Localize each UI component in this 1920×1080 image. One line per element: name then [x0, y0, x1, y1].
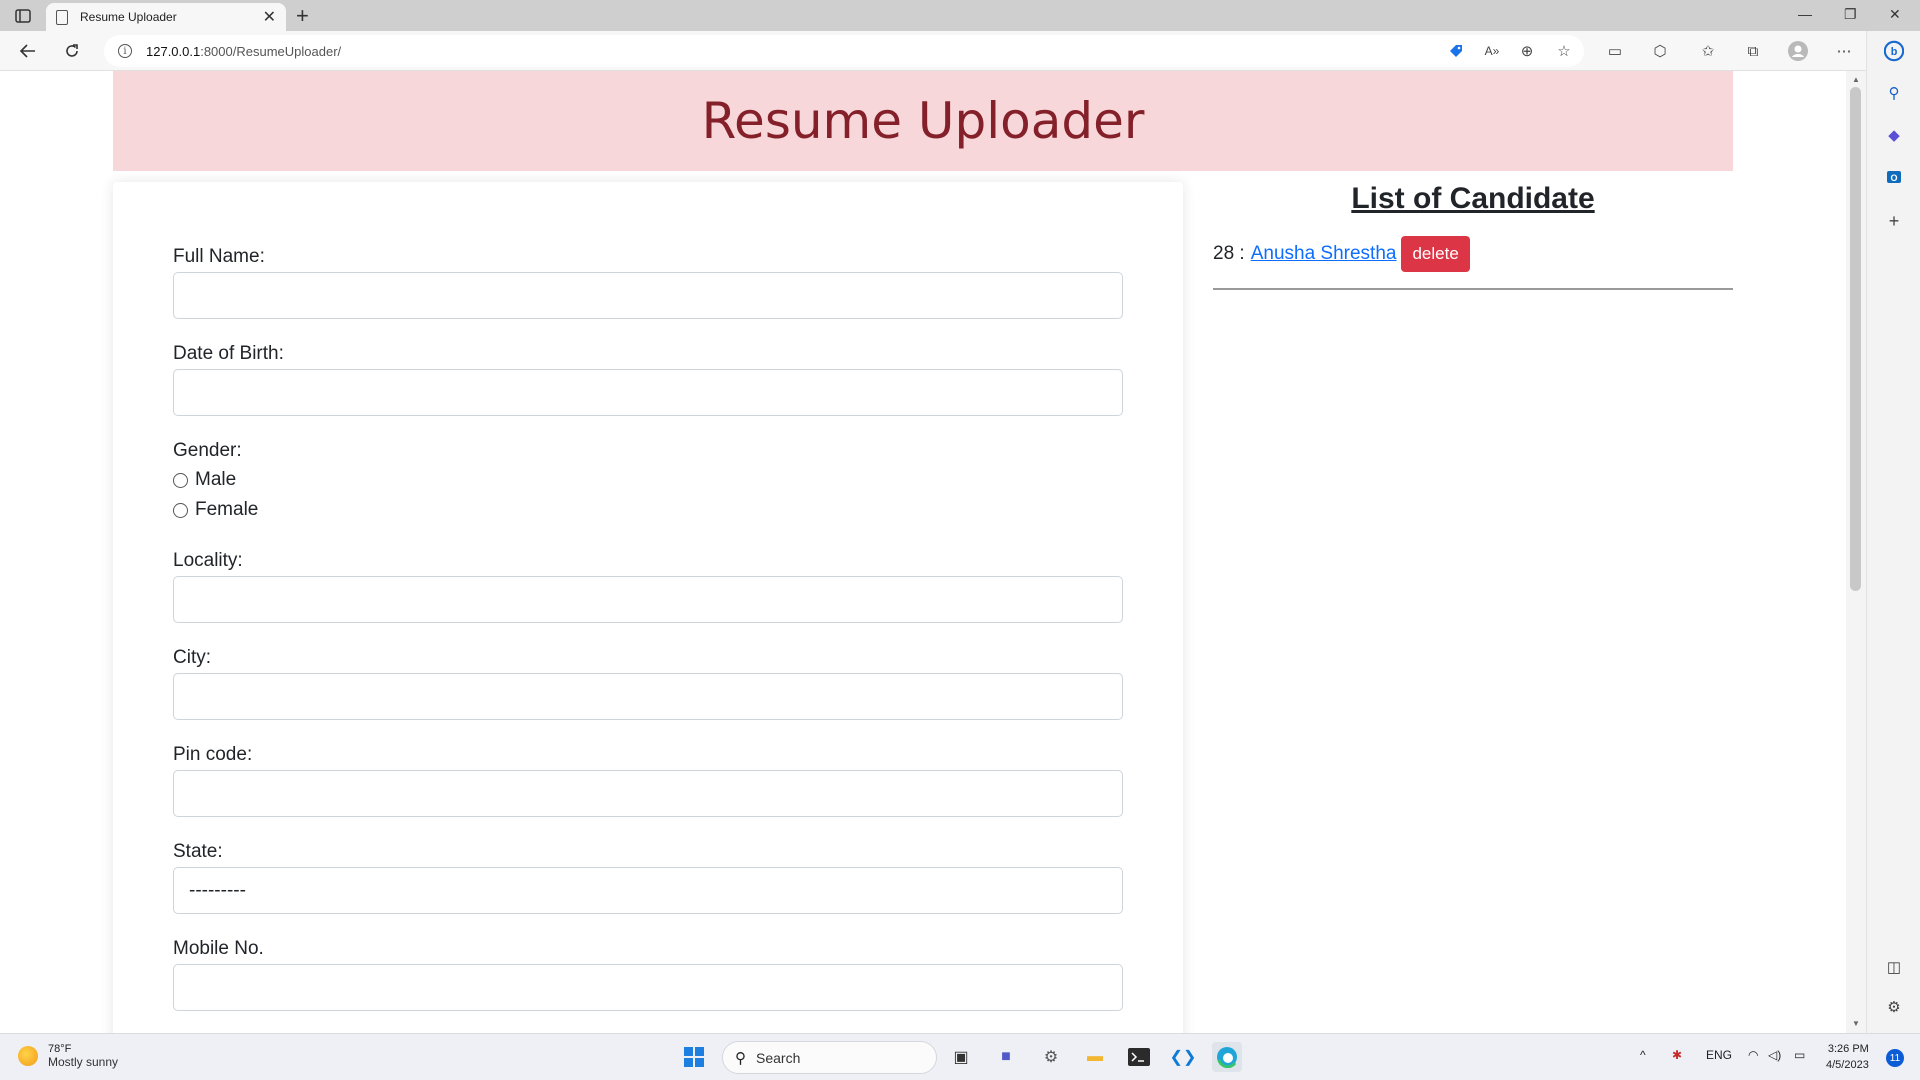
weather-desc: Mostly sunny	[48, 1055, 119, 1069]
search-icon[interactable]: ⚲	[1884, 83, 1904, 103]
gender-female-option[interactable]: Female	[173, 499, 258, 521]
restore-button[interactable]: ❐	[1844, 6, 1857, 23]
state-label: State:	[173, 841, 223, 862]
new-tab-button[interactable]: +	[296, 3, 309, 29]
taskbar: 78°F Mostly sunny ⚲ Search ▣ ■ ⚙ ▬ ❮❯ ^ …	[0, 1033, 1920, 1080]
page-title: Resume Uploader	[701, 92, 1145, 150]
male-radio-label: Male	[195, 469, 237, 490]
show-hidden-icons[interactable]: ^	[1640, 1048, 1646, 1062]
pincode-input[interactable]	[173, 770, 1123, 817]
browser-tab[interactable]: Resume Uploader ✕	[46, 3, 286, 31]
full-name-label: Full Name:	[173, 246, 265, 267]
vscode-icon[interactable]: ❮❯	[1168, 1042, 1198, 1072]
female-radio-label: Female	[195, 499, 259, 520]
scroll-thumb[interactable]	[1850, 87, 1861, 591]
system-clock[interactable]: 3:26 PM 4/5/2023	[1826, 1041, 1869, 1073]
candidate-name-link[interactable]: Anusha Shrestha	[1251, 243, 1397, 265]
shopping-tag-icon[interactable]	[1446, 41, 1466, 61]
collections-icon[interactable]: ⧉	[1743, 41, 1763, 61]
bing-copilot-icon[interactable]: b	[1884, 40, 1904, 62]
male-radio[interactable]	[173, 472, 188, 488]
candidate-item: 28 : Anusha Shrestha delete	[1213, 236, 1733, 272]
weather-temp: 78°F	[48, 1043, 72, 1055]
wifi-icon[interactable]: ◠	[1748, 1048, 1758, 1062]
notification-badge[interactable]: 11	[1886, 1049, 1904, 1067]
divider	[1213, 288, 1733, 290]
locality-input[interactable]	[173, 576, 1123, 623]
refresh-icon[interactable]	[60, 39, 84, 63]
gender-male-option[interactable]: Male	[173, 469, 236, 491]
taskbar-search-label: Search	[756, 1049, 801, 1066]
page-icon	[56, 9, 68, 25]
tab-close-icon[interactable]: ✕	[263, 7, 276, 27]
dob-input[interactable]	[173, 369, 1123, 416]
clock-date: 4/5/2023	[1826, 1059, 1869, 1071]
more-options-icon[interactable]: ⋯	[1834, 41, 1854, 61]
female-radio[interactable]	[173, 502, 188, 518]
search-magnifier-icon: ⚲	[735, 1049, 746, 1067]
outlook-icon[interactable]: O	[1884, 167, 1904, 187]
extensions-icon[interactable]: ⬡	[1650, 41, 1670, 61]
page-header: Resume Uploader	[113, 71, 1733, 171]
mobile-label: Mobile No.	[173, 938, 264, 959]
pincode-label: Pin code:	[173, 744, 253, 765]
weather-widget[interactable]: 78°F Mostly sunny	[18, 1043, 118, 1069]
locality-label: Locality:	[173, 550, 243, 571]
svg-text:O: O	[1890, 173, 1897, 183]
taskbar-search[interactable]: ⚲ Search	[722, 1041, 937, 1074]
city-label: City:	[173, 647, 211, 668]
address-bar[interactable]: i 127.0.0.1 :8000/ResumeUploader/	[104, 35, 1584, 67]
site-info-icon[interactable]: i	[118, 44, 132, 58]
profile-avatar-icon[interactable]	[1788, 41, 1808, 61]
resume-form: Full Name: Date of Birth: Gender: Male F…	[113, 182, 1183, 1033]
url-path: :8000/ResumeUploader/	[200, 43, 342, 59]
settings-gear-icon[interactable]: ⚙	[1884, 997, 1904, 1017]
mobile-input[interactable]	[173, 964, 1123, 1011]
teams-chat-icon[interactable]: ■	[991, 1042, 1021, 1072]
task-view-icon[interactable]: ▣	[946, 1042, 976, 1072]
edge-browser-icon[interactable]	[1212, 1042, 1242, 1072]
language-indicator[interactable]: ENG	[1706, 1048, 1732, 1062]
zoom-icon[interactable]: ⊕	[1517, 41, 1537, 61]
candidate-id: 28 :	[1213, 243, 1245, 264]
volume-icon[interactable]: ◁)	[1768, 1048, 1781, 1062]
dob-label: Date of Birth:	[173, 343, 284, 364]
office-icon[interactable]: ◆	[1884, 125, 1904, 145]
settings-app-icon[interactable]: ⚙	[1036, 1042, 1066, 1072]
delete-button[interactable]: delete	[1401, 236, 1470, 272]
battery-icon[interactable]: ▭	[1794, 1048, 1805, 1062]
sun-icon	[18, 1046, 38, 1066]
read-aloud-icon[interactable]: A»	[1482, 41, 1502, 61]
add-favorite-icon[interactable]: ☆	[1554, 41, 1574, 61]
tab-actions-icon[interactable]	[12, 6, 34, 26]
gender-label: Gender:	[173, 440, 242, 461]
close-window-button[interactable]: ✕	[1889, 6, 1901, 23]
candidate-list: List of Candidate 28 : Anusha Shrestha d…	[1213, 182, 1733, 290]
clock-time: 3:26 PM	[1827, 1043, 1869, 1055]
state-select[interactable]: ---------	[173, 867, 1123, 914]
file-explorer-icon[interactable]: ▬	[1080, 1042, 1110, 1072]
url-host: 127.0.0.1	[146, 43, 201, 59]
terminal-icon[interactable]	[1124, 1042, 1154, 1072]
minimize-button[interactable]: —	[1798, 6, 1812, 22]
tab-strip: Resume Uploader ✕ + — ❐ ✕	[0, 0, 1920, 31]
scroll-down-icon[interactable]: ▼	[1852, 1019, 1860, 1028]
scroll-up-icon[interactable]: ▲	[1852, 75, 1860, 84]
favorites-icon[interactable]: ✩	[1698, 41, 1718, 61]
city-input[interactable]	[173, 673, 1123, 720]
add-sidebar-app-icon[interactable]: +	[1884, 211, 1904, 231]
back-icon[interactable]	[16, 39, 40, 63]
start-icon[interactable]	[679, 1042, 709, 1072]
full-name-input[interactable]	[173, 272, 1123, 319]
tab-title: Resume Uploader	[80, 10, 177, 24]
edge-sidebar: b ⚲ ◆ O + ◫ ⚙	[1866, 31, 1920, 1033]
hide-sidebar-icon[interactable]: ◫	[1884, 957, 1904, 977]
browser-toolbar: i 127.0.0.1 :8000/ResumeUploader/	[0, 31, 1920, 71]
reading-mode-icon[interactable]: ▭	[1605, 41, 1625, 61]
page-scrollbar[interactable]: ▲ ▼	[1846, 71, 1866, 1033]
candidate-list-title: List of Candidate	[1351, 182, 1595, 215]
svg-text:b: b	[1891, 46, 1898, 58]
security-alert-icon[interactable]: ✱	[1672, 1048, 1682, 1062]
page-viewport: Resume Uploader Full Name: Date of Birth…	[0, 71, 1846, 1033]
